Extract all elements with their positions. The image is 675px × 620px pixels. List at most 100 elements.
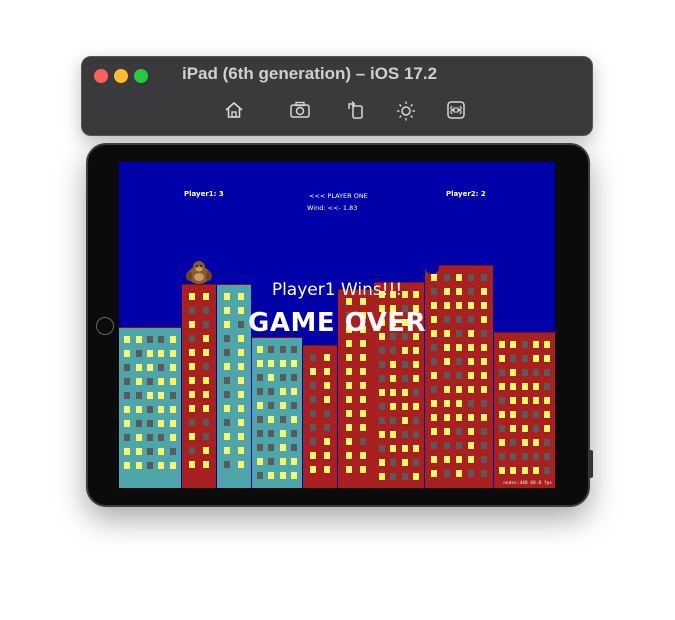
building-window — [499, 397, 506, 404]
building-window — [279, 388, 286, 395]
building-window — [532, 355, 539, 362]
building-window — [390, 445, 397, 452]
building-window — [290, 416, 297, 423]
building-window — [431, 470, 438, 477]
close-window-button[interactable] — [94, 69, 108, 83]
building-window — [279, 444, 286, 451]
building-window — [456, 428, 462, 435]
screenshot-icon[interactable] — [289, 99, 311, 121]
building-window — [310, 382, 317, 389]
building-window — [124, 434, 131, 441]
home-icon[interactable] — [223, 99, 245, 121]
building-window — [135, 350, 142, 357]
building-window — [468, 456, 475, 463]
building-window — [310, 438, 317, 445]
building-window — [521, 439, 528, 446]
building-window — [310, 424, 317, 431]
simulator-title: iPad (6th generation) – iOS 17.2 — [182, 64, 438, 83]
home-button[interactable] — [96, 317, 114, 335]
building-window — [202, 405, 209, 412]
building-window — [499, 467, 506, 474]
building-window — [431, 372, 438, 379]
building-window — [237, 349, 244, 356]
building-window — [124, 448, 131, 455]
building-window — [224, 405, 231, 412]
building-window — [323, 438, 330, 445]
building-window — [158, 434, 165, 441]
building-window — [224, 349, 231, 356]
building-window — [532, 453, 539, 460]
building-window — [390, 417, 397, 424]
building-window — [379, 417, 386, 424]
building-window — [189, 363, 196, 370]
building-window — [379, 431, 386, 438]
building-window — [543, 355, 550, 362]
building-window — [268, 430, 275, 437]
building-window — [290, 430, 297, 437]
rotate-icon[interactable] — [345, 99, 367, 121]
building-window — [468, 470, 475, 477]
building-window — [468, 414, 475, 421]
building-window — [543, 425, 550, 432]
building-window — [390, 431, 397, 438]
game-over-title: GAME OVER — [248, 308, 426, 338]
building-window — [401, 347, 408, 354]
building-window — [268, 346, 275, 353]
building-window — [443, 414, 450, 421]
player1-score: Player1: 3 — [184, 190, 224, 198]
building-window — [379, 389, 386, 396]
building-window — [257, 444, 264, 451]
building-window — [480, 456, 487, 463]
building-window — [443, 344, 450, 351]
appearance-icon[interactable] — [395, 99, 417, 121]
volume-button[interactable] — [589, 450, 593, 478]
building-window — [521, 341, 528, 348]
building-window — [401, 431, 408, 438]
building-window — [443, 428, 450, 435]
banana-crater — [425, 260, 439, 274]
building-window — [510, 453, 517, 460]
game-screen[interactable]: Player1: 3 <<< PLAYER ONE Wind: <<- 1.83… — [119, 162, 555, 488]
zoom-window-button[interactable] — [134, 69, 148, 83]
building-window — [543, 369, 550, 376]
building-window — [224, 447, 231, 454]
building-window — [147, 364, 153, 371]
building-window — [412, 375, 419, 382]
building-window — [456, 372, 462, 379]
building-window — [390, 375, 397, 382]
building-window — [543, 383, 550, 390]
minimize-window-button[interactable] — [114, 69, 128, 83]
building-window — [135, 420, 142, 427]
building-window — [532, 383, 539, 390]
building-window — [360, 452, 366, 459]
building-window — [510, 383, 517, 390]
building-window — [532, 411, 539, 418]
building-window — [468, 358, 475, 365]
building-window — [189, 377, 196, 384]
building-window — [443, 358, 450, 365]
building-window — [310, 354, 317, 361]
building-window — [521, 453, 528, 460]
building-window — [169, 420, 176, 427]
building-window — [499, 411, 506, 418]
building-window — [202, 363, 209, 370]
building-window — [431, 414, 438, 421]
building-window — [521, 411, 528, 418]
building-window — [456, 400, 462, 407]
building-window — [480, 428, 487, 435]
building-window — [323, 424, 330, 431]
building-window — [521, 425, 528, 432]
building-window — [443, 372, 450, 379]
building-window — [158, 350, 165, 357]
building-window — [346, 396, 352, 403]
building-window — [257, 458, 264, 465]
building-window — [147, 378, 153, 385]
building-window — [543, 467, 550, 474]
building-window — [443, 456, 450, 463]
building-window — [532, 341, 539, 348]
command-icon[interactable] — [445, 99, 467, 121]
building-window — [323, 382, 330, 389]
building-window — [346, 382, 352, 389]
building-window — [189, 461, 196, 468]
building-window — [456, 386, 462, 393]
